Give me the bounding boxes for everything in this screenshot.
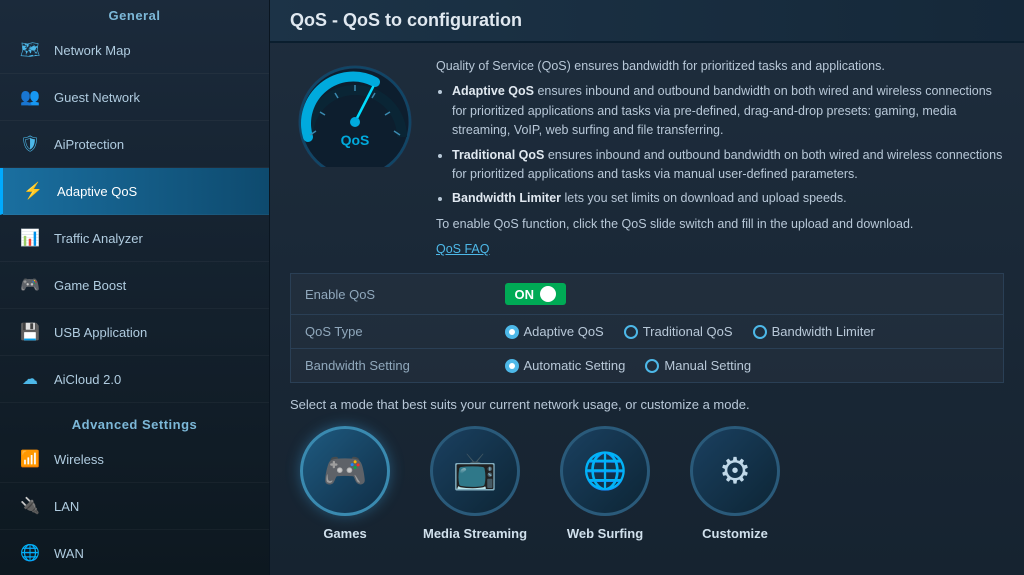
bandwidth-label: Bandwidth Setting xyxy=(291,349,491,383)
mode-cards: 🎮 Games 📺 Media Streaming 🌐 Web Surfing … xyxy=(290,426,1004,541)
sidebar-item-wireless[interactable]: 📶 Wireless xyxy=(0,436,269,483)
sidebar-icon-usb-application: 💾 xyxy=(16,318,44,346)
radio-label: Manual Setting xyxy=(664,358,751,373)
mode-icon-media-streaming: 📺 xyxy=(430,426,520,516)
mode-label-games: Games xyxy=(323,526,366,541)
main-header: QoS - QoS to configuration xyxy=(270,0,1024,43)
sidebar: General 🗺 Network Map 👥 Guest Network 🛡 AiPro… xyxy=(0,0,270,575)
bandwidth-radio-group: Automatic Setting Manual Setting xyxy=(505,358,990,373)
mode-icon-games: 🎮 xyxy=(300,426,390,516)
sidebar-icon-network-map: 🗺 xyxy=(16,36,44,64)
sidebar-label-lan: LAN xyxy=(54,499,79,514)
mode-icon-web-surfing: 🌐 xyxy=(560,426,650,516)
radio-dot xyxy=(645,359,659,373)
mode-section-label: Select a mode that best suits your curre… xyxy=(290,397,1004,412)
sidebar-item-traffic-analyzer[interactable]: 📊 Traffic Analyzer xyxy=(0,215,269,262)
bullet-item: Adaptive QoS ensures inbound and outboun… xyxy=(452,82,1004,140)
sidebar-item-wan[interactable]: 🌐 WAN xyxy=(0,530,269,575)
bandwidth-option[interactable]: Manual Setting xyxy=(645,358,751,373)
sidebar-item-game-boost[interactable]: 🎮 Game Boost xyxy=(0,262,269,309)
mode-label-web-surfing: Web Surfing xyxy=(567,526,643,541)
radio-label: Adaptive QoS xyxy=(524,324,604,339)
sidebar-label-adaptive-qos: Adaptive QoS xyxy=(57,184,137,199)
toggle-label: ON xyxy=(515,287,535,302)
mode-card-customize[interactable]: ⚙ Customize xyxy=(680,426,790,541)
qos-type-option[interactable]: Adaptive QoS xyxy=(505,324,604,339)
bandwidth-option[interactable]: Automatic Setting xyxy=(505,358,626,373)
mode-icon-customize: ⚙ xyxy=(690,426,780,516)
mode-label-media-streaming: Media Streaming xyxy=(423,526,527,541)
sidebar-label-network-map: Network Map xyxy=(54,43,131,58)
page-title: QoS - QoS to configuration xyxy=(290,10,1004,31)
radio-dot xyxy=(753,325,767,339)
qos-type-option[interactable]: Bandwidth Limiter xyxy=(753,324,875,339)
advanced-section-label: Advanced Settings xyxy=(0,409,269,436)
sidebar-item-aicloud[interactable]: ☁ AiCloud 2.0 xyxy=(0,356,269,403)
radio-dot xyxy=(505,359,519,373)
intro-paragraph: Quality of Service (QoS) ensures bandwid… xyxy=(436,57,1004,76)
sidebar-icon-game-boost: 🎮 xyxy=(16,271,44,299)
sidebar-label-usb-application: USB Application xyxy=(54,325,147,340)
general-section-label: General xyxy=(0,0,269,27)
enable-qos-label: Enable QoS xyxy=(291,274,491,315)
bullet-item: Bandwidth Limiter lets you set limits on… xyxy=(452,189,1004,208)
info-box: QoS Quality of Service (QoS) ensures ban… xyxy=(290,57,1004,259)
qos-type-radio-group: Adaptive QoS Traditional QoS Bandwidth Lim… xyxy=(505,324,990,339)
sidebar-label-aicloud: AiCloud 2.0 xyxy=(54,372,121,387)
sidebar-item-aiprotection[interactable]: 🛡 AiProtection xyxy=(0,121,269,168)
sidebar-label-wireless: Wireless xyxy=(54,452,104,467)
settings-table: Enable QoS ON QoS Type Adaptive QoS Tradi… xyxy=(290,273,1004,383)
main-panel: QoS - QoS to configuration xyxy=(270,0,1024,575)
info-text-block: Quality of Service (QoS) ensures bandwid… xyxy=(436,57,1004,259)
radio-dot xyxy=(624,325,638,339)
bullet-item: Traditional QoS ensures inbound and outb… xyxy=(452,146,1004,185)
qos-type-label: QoS Type xyxy=(291,315,491,349)
speedometer-graphic: QoS xyxy=(290,57,420,167)
sidebar-icon-aiprotection: 🛡 xyxy=(16,130,44,158)
svg-text:QoS: QoS xyxy=(341,132,370,148)
bandwidth-row: Bandwidth Setting Automatic Setting Manua… xyxy=(291,349,1004,383)
radio-label: Bandwidth Limiter xyxy=(772,324,875,339)
sidebar-item-network-map[interactable]: 🗺 Network Map xyxy=(0,27,269,74)
sidebar-icon-wan: 🌐 xyxy=(16,539,44,567)
sidebar-label-game-boost: Game Boost xyxy=(54,278,126,293)
sidebar-item-adaptive-qos[interactable]: ⚡ Adaptive QoS xyxy=(0,168,269,215)
sidebar-label-traffic-analyzer: Traffic Analyzer xyxy=(54,231,143,246)
sidebar-label-guest-network: Guest Network xyxy=(54,90,140,105)
enable-qos-toggle[interactable]: ON xyxy=(505,283,567,305)
sidebar-icon-adaptive-qos: ⚡ xyxy=(19,177,47,205)
toggle-circle xyxy=(540,286,556,302)
mode-card-games[interactable]: 🎮 Games xyxy=(290,426,400,541)
qos-faq-link[interactable]: QoS FAQ xyxy=(436,242,490,256)
qos-type-option[interactable]: Traditional QoS xyxy=(624,324,733,339)
qos-type-row: QoS Type Adaptive QoS Traditional QoS Band… xyxy=(291,315,1004,349)
sidebar-icon-traffic-analyzer: 📊 xyxy=(16,224,44,252)
radio-label: Automatic Setting xyxy=(524,358,626,373)
enable-qos-row: Enable QoS ON xyxy=(291,274,1004,315)
sidebar-icon-lan: 🔌 xyxy=(16,492,44,520)
sidebar-icon-guest-network: 👥 xyxy=(16,83,44,111)
mode-card-media-streaming[interactable]: 📺 Media Streaming xyxy=(420,426,530,541)
sidebar-item-guest-network[interactable]: 👥 Guest Network xyxy=(0,74,269,121)
enable-info: To enable QoS function, click the QoS sl… xyxy=(436,215,1004,234)
sidebar-label-wan: WAN xyxy=(54,546,84,561)
radio-label: Traditional QoS xyxy=(643,324,733,339)
sidebar-item-lan[interactable]: 🔌 LAN xyxy=(0,483,269,530)
sidebar-icon-wireless: 📶 xyxy=(16,445,44,473)
mode-label-customize: Customize xyxy=(702,526,768,541)
sidebar-item-usb-application[interactable]: 💾 USB Application xyxy=(0,309,269,356)
sidebar-icon-aicloud: ☁ xyxy=(16,365,44,393)
radio-dot xyxy=(505,325,519,339)
main-content: QoS Quality of Service (QoS) ensures ban… xyxy=(270,43,1024,575)
sidebar-label-aiprotection: AiProtection xyxy=(54,137,124,152)
mode-card-web-surfing[interactable]: 🌐 Web Surfing xyxy=(550,426,660,541)
